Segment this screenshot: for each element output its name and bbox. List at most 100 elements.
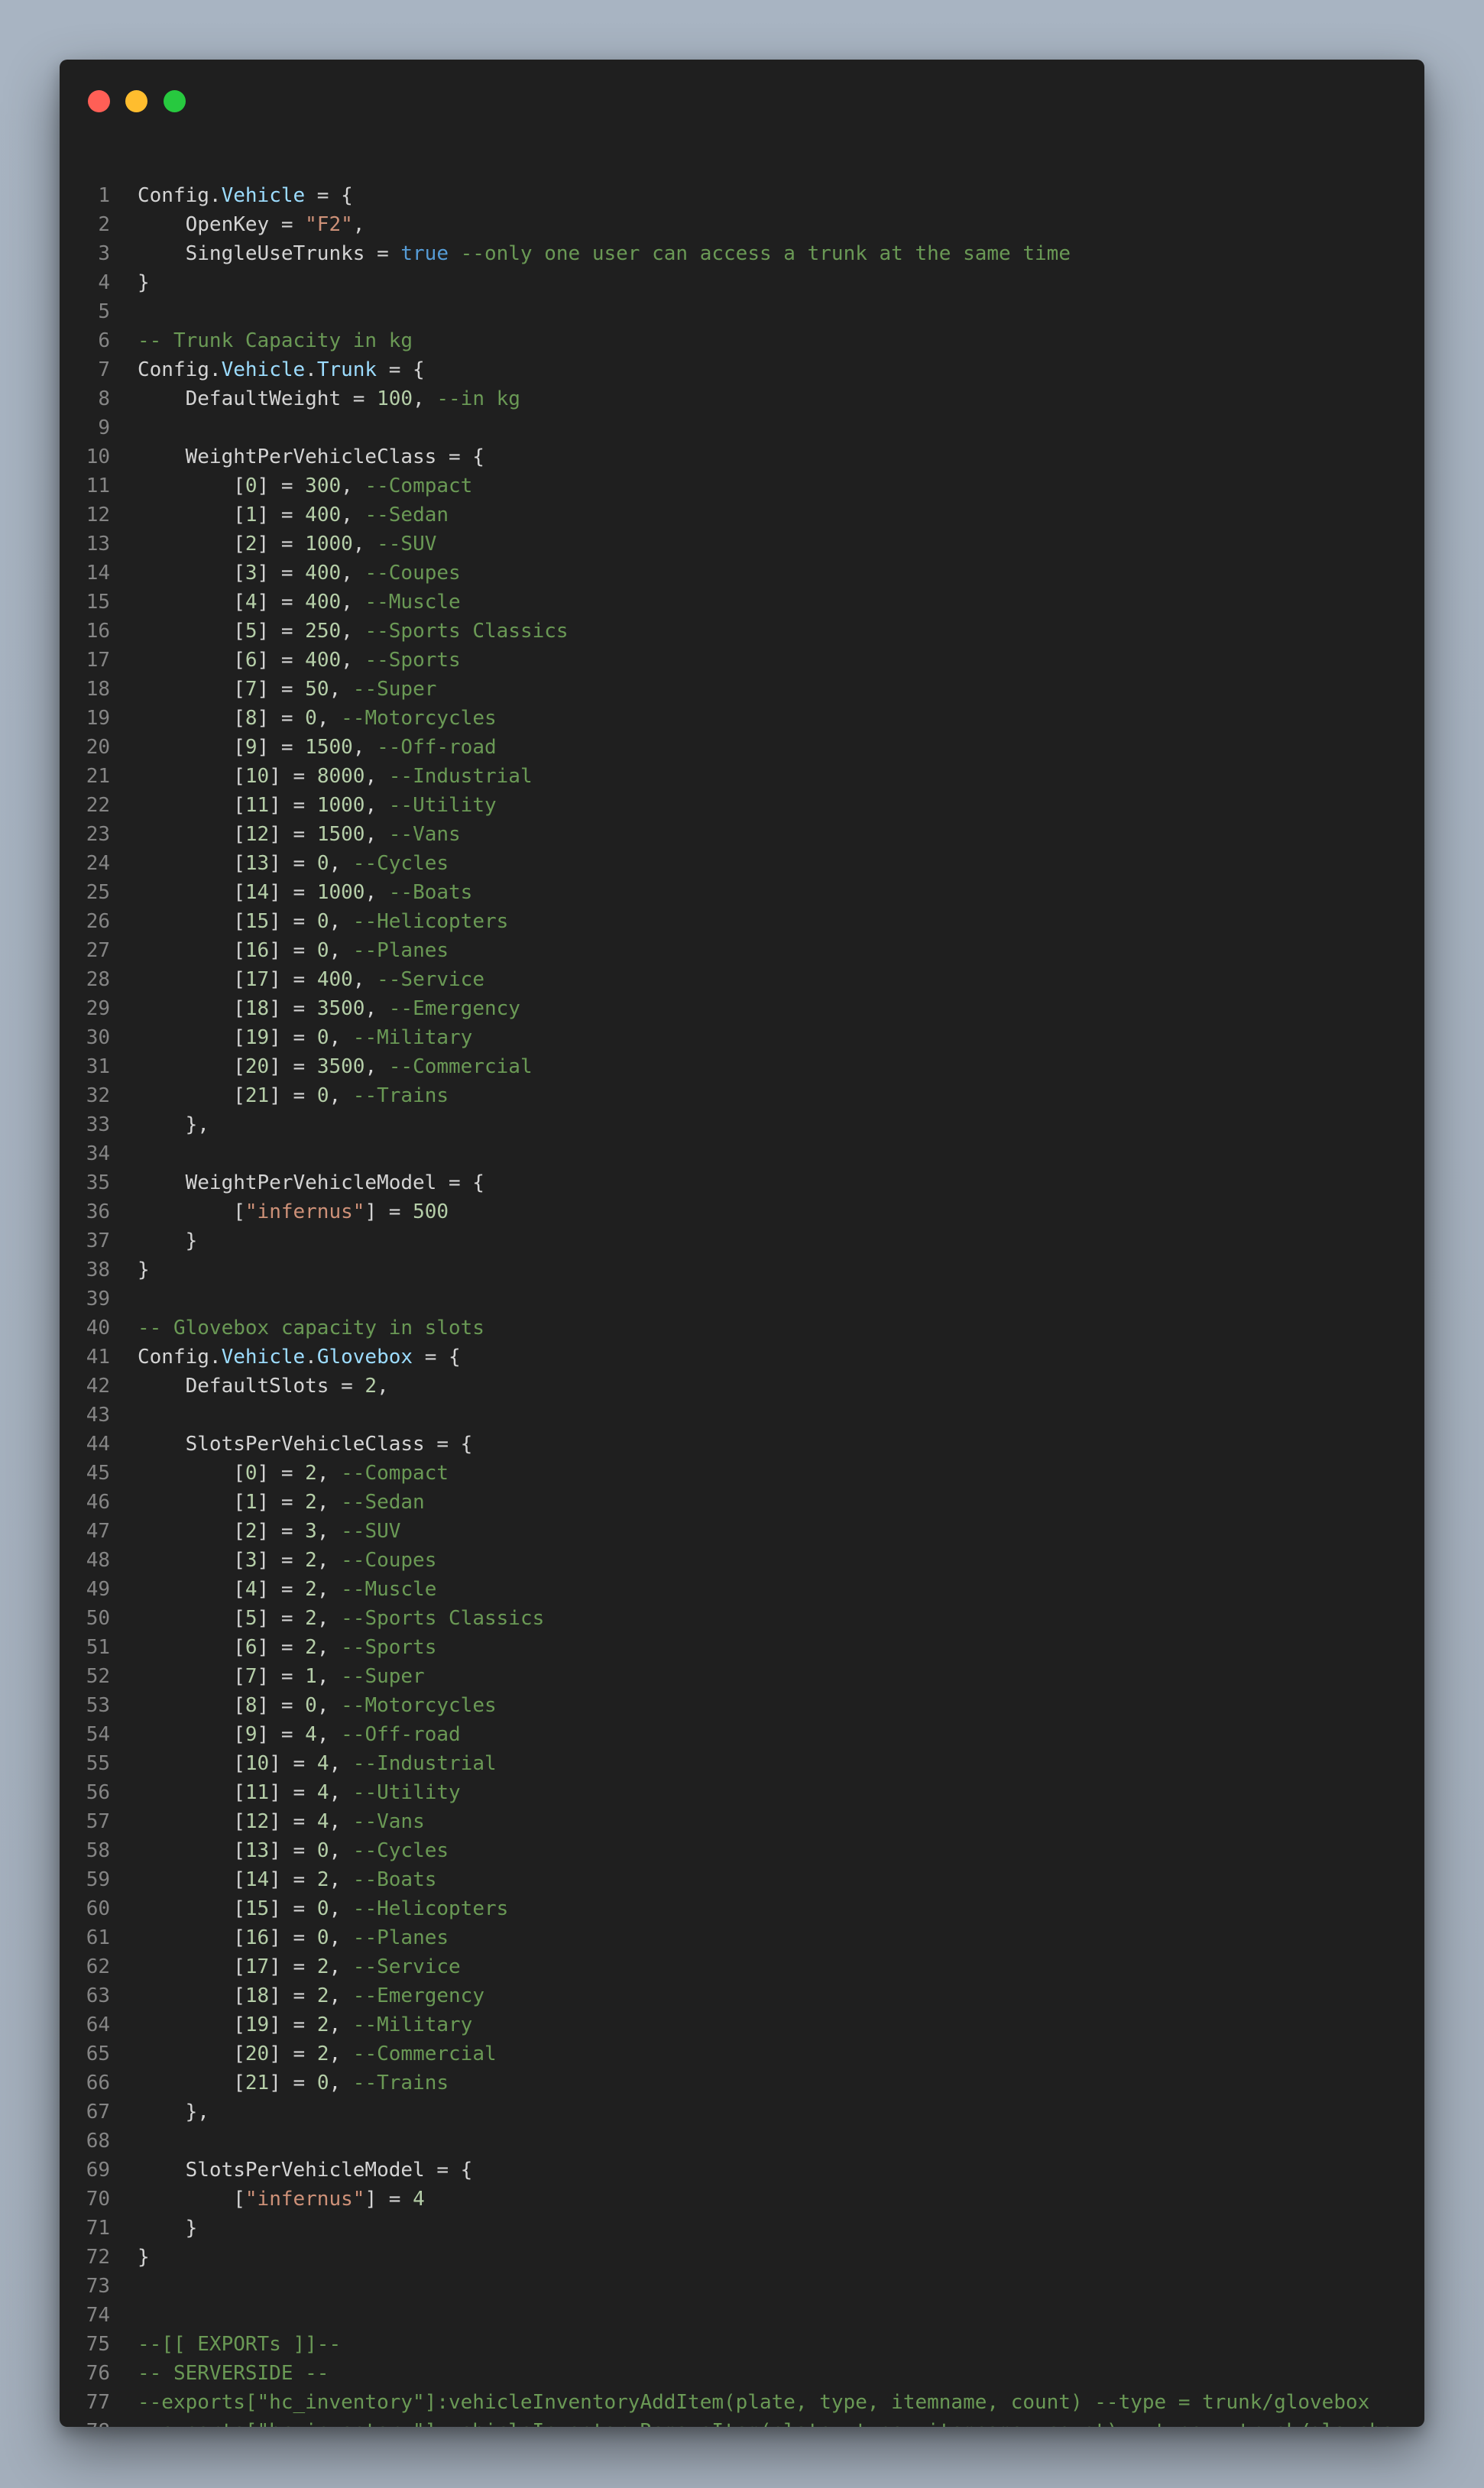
code-token-plain: [ — [138, 1926, 245, 1949]
code-token-num: 0 — [316, 1926, 329, 1949]
code-token-plain: [ — [138, 504, 245, 526]
code-token-plain: [ — [138, 968, 245, 991]
code-token-num: 0 — [305, 1694, 317, 1717]
line-number: 32 — [86, 1084, 110, 1107]
line-number: 29 — [86, 997, 110, 1020]
line-number: 72 — [86, 2246, 110, 2269]
code-token-plain: ] = — [269, 1055, 317, 1078]
code-token-plain: [ — [138, 620, 245, 643]
code-token-plain: [ — [138, 1723, 245, 1746]
line-number: 25 — [86, 881, 110, 904]
code-token-plain: ] = — [257, 1549, 306, 1572]
code-token-plain: , — [329, 1026, 353, 1049]
line-source: [13] = 0, --Cycles — [138, 849, 449, 878]
line-source: [12] = 1500, --Vans — [138, 820, 460, 849]
line-source: [18] = 2, --Emergency — [138, 1981, 484, 2010]
code-token-comment: --Commercial — [388, 1055, 533, 1078]
code-token-num: 5 — [245, 620, 258, 643]
code-token-plain: , — [329, 2013, 353, 2036]
line-number: 11 — [86, 475, 110, 497]
code-token-comment: --Military — [352, 2013, 473, 2036]
code-token-plain: [ — [138, 910, 245, 933]
maximize-window-button[interactable] — [164, 90, 186, 112]
code-token-num: 3 — [245, 562, 258, 585]
code-token-num: 2 — [305, 1636, 317, 1659]
code-token-plain: , — [329, 1897, 353, 1920]
code-token-plain: , — [329, 2072, 353, 2094]
code-token-plain: , — [329, 1868, 353, 1891]
code-token-plain: , — [329, 1084, 353, 1107]
code-editor[interactable]: 1 Config.Vehicle = {2 OpenKey = "F2", 3 Si… — [60, 184, 1424, 2427]
code-token-plain: [ — [138, 2043, 245, 2065]
code-token-comment: --Industrial — [352, 1752, 497, 1775]
code-token-plain: = { — [413, 1346, 461, 1369]
code-token-field: Vehicle — [221, 358, 306, 381]
line-source: [6] = 400, --Sports — [138, 646, 461, 675]
line-source: ["infernus"] = 4 — [138, 2185, 425, 2214]
code-token-plain: , — [341, 620, 365, 643]
code-token-plain: , — [329, 1752, 353, 1775]
line-source: [15] = 0, --Helicopters — [138, 1894, 508, 1923]
line-number: 48 — [86, 1549, 110, 1572]
code-token-num: 400 — [316, 968, 353, 991]
code-token-plain: ] = — [269, 1897, 317, 1920]
line-source: [21] = 0, --Trains — [138, 2068, 449, 2098]
line-number: 53 — [86, 1694, 110, 1717]
code-token-comment: --only one user can access a trunk at th… — [460, 242, 1071, 265]
code-token-plain: . — [305, 358, 317, 381]
code-token-num: 15 — [245, 910, 270, 933]
code-line: 73 — [60, 2275, 1424, 2315]
code-token-num: 16 — [245, 939, 270, 962]
code-token-num: 400 — [305, 591, 342, 614]
code-token-num: 14 — [245, 881, 270, 904]
line-source: -- Glovebox capacity in slots — [138, 1314, 484, 1343]
line-source: DefaultSlots = 2, — [138, 1372, 389, 1401]
code-token-num: 0 — [305, 707, 317, 730]
code-token-plain: WeightPerVehicleModel = { — [138, 1171, 484, 1194]
code-token-plain: [ — [138, 1752, 245, 1775]
code-token-num: 1 — [245, 1491, 258, 1514]
code-token-plain: }, — [138, 2101, 209, 2124]
code-token-plain: ] = — [269, 997, 317, 1020]
line-number: 60 — [86, 1897, 110, 1920]
minimize-window-button[interactable] — [125, 90, 147, 112]
code-token-plain: [ — [138, 1810, 245, 1833]
close-window-button[interactable] — [88, 90, 110, 112]
code-token-comment: --Planes — [352, 939, 449, 962]
code-token-plain: ] = — [269, 2043, 317, 2065]
code-token-num: 2 — [245, 1520, 258, 1543]
line-number: 24 — [86, 852, 110, 875]
code-token-num: 1 — [245, 504, 258, 526]
code-token-plain: ] = — [257, 1491, 306, 1514]
code-token-num: 4 — [245, 1578, 258, 1601]
line-source: [14] = 1000, --Boats — [138, 878, 472, 907]
code-token-plain: ] = — [257, 1578, 306, 1601]
code-token-plain: [ — [138, 562, 245, 585]
code-token-comment: -- Trunk Capacity in kg — [138, 329, 413, 352]
line-number: 15 — [86, 591, 110, 614]
code-token-plain: [ — [138, 2013, 245, 2036]
code-token-num: 3 — [305, 1520, 317, 1543]
code-token-plain: , — [329, 852, 353, 875]
code-token-plain: [ — [138, 997, 245, 1020]
code-token-field: Vehicle — [221, 1346, 306, 1369]
code-token-num: 4 — [413, 2188, 425, 2211]
line-source: [2] = 1000, --SUV — [138, 530, 436, 559]
code-token-plain: [ — [138, 939, 245, 962]
code-token-num: 1500 — [316, 823, 365, 846]
code-token-num: 0 — [245, 1462, 258, 1485]
code-token-plain: , — [329, 1839, 353, 1862]
code-token-comment: --Off-road — [341, 1723, 461, 1746]
code-token-plain: DefaultWeight = — [138, 387, 377, 410]
code-token-plain: ] = — [257, 533, 306, 556]
code-token-plain: , — [329, 1984, 353, 2007]
code-token-plain: ] = — [257, 678, 306, 701]
code-token-plain: [ — [138, 1462, 245, 1485]
code-token-num: 2 — [316, 2043, 329, 2065]
code-token-plain: ] = — [257, 649, 306, 672]
code-token-plain: , — [365, 1055, 389, 1078]
code-token-comment: --Sports — [365, 649, 461, 672]
line-source: [10] = 8000, --Industrial — [138, 762, 532, 791]
code-token-plain: ] = — [269, 2013, 317, 2036]
code-token-plain: . — [305, 1346, 317, 1369]
